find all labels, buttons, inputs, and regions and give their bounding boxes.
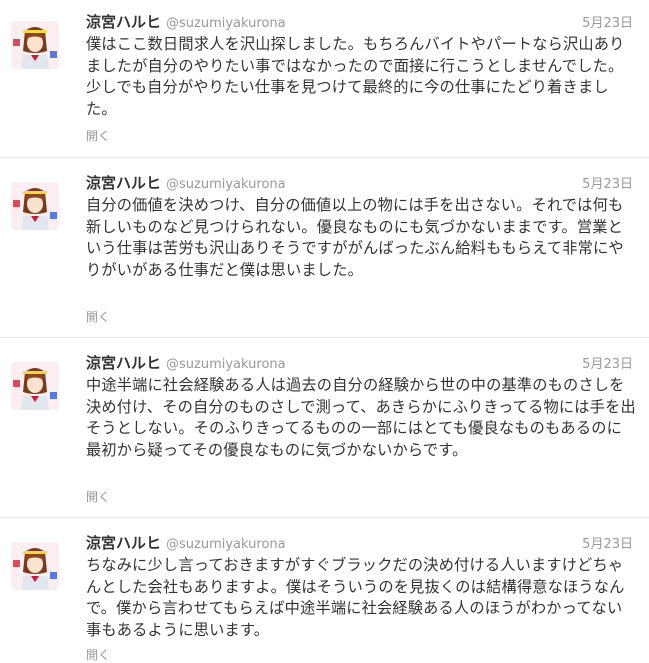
username[interactable]: @suzumiyakurona	[166, 357, 286, 372]
tweet-header: 涼宮ハルヒ @suzumiyakurona 5月23日	[86, 11, 633, 33]
expand-link[interactable]: 開く	[86, 488, 110, 505]
avatar[interactable]	[11, 542, 59, 590]
tweet-header: 涼宮ハルヒ @suzumiyakurona 5月23日	[86, 532, 633, 554]
avatar-image	[11, 362, 59, 410]
tweet-header: 涼宮ハルヒ @suzumiyakurona 5月23日	[86, 172, 633, 194]
display-name[interactable]: 涼宮ハルヒ	[86, 354, 161, 372]
tweet[interactable]: 涼宮ハルヒ @suzumiyakurona 5月23日 中途半端に社会経験ある人は…	[0, 338, 649, 518]
avatar[interactable]	[11, 362, 59, 410]
tweet[interactable]: 涼宮ハルヒ @suzumiyakurona 5月23日 自分の価値を決めつけ、自分…	[0, 158, 649, 338]
display-name[interactable]: 涼宮ハルヒ	[86, 534, 161, 552]
expand-link[interactable]: 開く	[86, 646, 110, 663]
expand-link[interactable]: 開く	[86, 308, 110, 325]
avatar[interactable]	[11, 182, 59, 230]
avatar-image	[11, 182, 59, 230]
avatar-image	[11, 542, 59, 590]
tweet[interactable]: 涼宮ハルヒ @suzumiyakurona 5月23日 ちなみに少し言っておきます…	[0, 518, 649, 662]
username[interactable]: @suzumiyakurona	[166, 177, 286, 192]
timestamp[interactable]: 5月23日	[582, 533, 633, 552]
timestamp[interactable]: 5月23日	[582, 353, 633, 372]
timestamp[interactable]: 5月23日	[582, 173, 633, 192]
avatar[interactable]	[11, 21, 59, 69]
tweet-text: 僕はここ数日間求人を沢山探しました。もちろんバイトやパートなら沢山ありましたが自…	[86, 35, 625, 118]
tweet-header: 涼宮ハルヒ @suzumiyakurona 5月23日	[86, 352, 633, 374]
timeline: 涼宮ハルヒ @suzumiyakurona 5月23日 僕はここ数日間求人を沢山探…	[0, 0, 649, 662]
username[interactable]: @suzumiyakurona	[166, 16, 286, 31]
username[interactable]: @suzumiyakurona	[166, 537, 286, 552]
display-name[interactable]: 涼宮ハルヒ	[86, 13, 161, 31]
timestamp[interactable]: 5月23日	[582, 12, 633, 31]
avatar-image	[11, 21, 59, 69]
tweet-text: 自分の価値を決めつけ、自分の価値以上の物には手を出さない。それでは何も新しいもの…	[86, 196, 624, 279]
tweet-text: 中途半端に社会経験ある人は過去の自分の経験から世の中の基準のものさしを決め付け、…	[86, 376, 636, 459]
tweet-text: ちなみに少し言っておきますがすぐブラックだの決め付ける人いますけどちゃんとした会…	[86, 556, 625, 639]
display-name[interactable]: 涼宮ハルヒ	[86, 174, 161, 192]
tweet[interactable]: 涼宮ハルヒ @suzumiyakurona 5月23日 僕はここ数日間求人を沢山探…	[0, 0, 649, 158]
expand-link[interactable]: 開く	[86, 127, 110, 144]
